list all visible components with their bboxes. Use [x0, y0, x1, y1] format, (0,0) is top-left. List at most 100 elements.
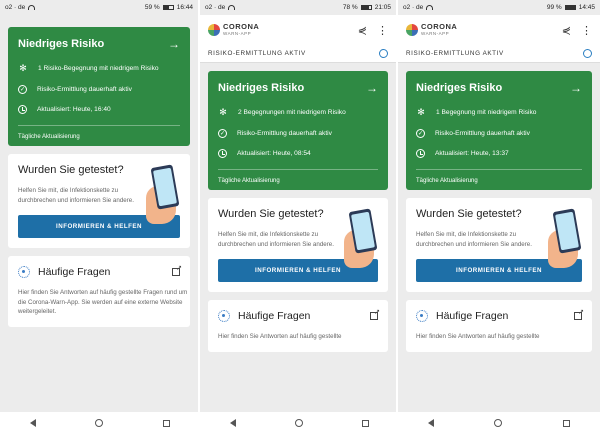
- test-text: Helfen Sie mit, die Infektionskette zu d…: [416, 231, 532, 248]
- faq-card[interactable]: Häufige Fragen Hier finden Sie Antworten…: [406, 300, 592, 352]
- more-vert-icon[interactable]: ⋮: [377, 24, 388, 37]
- carrier-label: o2 · de: [5, 4, 26, 11]
- share-icon[interactable]: ⋞: [358, 24, 367, 37]
- status-ring-icon: [583, 49, 592, 58]
- app-name: CORONA: [223, 22, 260, 31]
- risk-row: ✓ Risiko-Ermittlung dauerhaft aktiv: [18, 85, 180, 94]
- wifi-icon: [426, 5, 434, 10]
- arrow-right-icon[interactable]: →: [366, 81, 378, 95]
- risk-row: ✓ Risiko-Ermittlung dauerhaft aktiv: [416, 129, 582, 138]
- risk-row: ✓ Risiko-Ermittlung dauerhaft aktiv: [218, 129, 378, 138]
- virus-icon: [416, 310, 428, 322]
- app-subname: WARN-APP: [223, 31, 252, 36]
- virus-icon: [218, 310, 230, 322]
- risk-footer: Tägliche Aktualisierung: [18, 125, 180, 140]
- app-name: CORONA: [421, 22, 458, 31]
- arrow-right-icon[interactable]: →: [168, 37, 180, 51]
- phone-in-hand-illustration: [146, 164, 186, 224]
- risk-row: Aktualisiert: Heute, 08:54: [218, 149, 378, 158]
- risk-row-text: Aktualisiert: Heute, 16:40: [37, 106, 111, 113]
- clock: 14:45: [578, 4, 595, 11]
- check-icon: ✓: [416, 129, 425, 138]
- virus-icon: [18, 266, 30, 278]
- clock-icon: [18, 105, 27, 114]
- risk-row-text: Aktualisiert: Heute, 08:54: [237, 150, 311, 157]
- corona-logo-icon: [406, 24, 418, 36]
- risk-title: Niedriges Risiko: [18, 38, 105, 50]
- faq-title: Häufige Fragen: [38, 266, 111, 278]
- screen-3: o2 · de 99 % 14:45 CORONA WARN-APP ⋞ ⋮ RIS…: [398, 0, 600, 412]
- risk-row-text: 2 Begegnungen mit niedrigem Risiko: [238, 109, 346, 116]
- risk-card[interactable]: Niedriges Risiko → ✻ 1 Risiko-Begegnung mi…: [8, 27, 190, 146]
- risk-row-text: Risiko-Ermittlung dauerhaft aktiv: [37, 86, 132, 93]
- risk-detection-label: RISIKO-ERMITTLUNG AKTIV: [208, 50, 306, 57]
- external-link-icon[interactable]: [172, 264, 182, 276]
- faq-text: Hier finden Sie Antworten auf häufig ges…: [218, 333, 342, 340]
- risk-card[interactable]: Niedriges Risiko → ✻ 1 Begegnung mit niedr…: [406, 71, 592, 190]
- faq-card[interactable]: Häufige Fragen Hier finden Sie Antworten…: [208, 300, 388, 352]
- risk-footer: Tägliche Aktualisierung: [218, 169, 378, 184]
- battery-icon: [564, 5, 576, 10]
- test-text: Helfen Sie mit, die Infektionskette zu d…: [218, 231, 334, 248]
- virus-icon: ✻: [219, 107, 227, 117]
- recents-icon[interactable]: [163, 419, 171, 427]
- risk-row-text: 1 Risiko-Begegnung mit niedrigem Risiko: [38, 65, 159, 72]
- risk-row: ✻ 2 Begegnungen mit niedrigem Risiko: [218, 107, 378, 118]
- home-icon[interactable]: [294, 419, 303, 427]
- risk-detection-bar[interactable]: RISIKO-ERMITTLUNG AKTIV: [200, 45, 396, 63]
- phone-in-hand-illustration: [548, 208, 588, 268]
- test-card: Wurden Sie getestet? Helfen Sie mit, die…: [8, 154, 190, 248]
- home-icon[interactable]: [95, 419, 104, 427]
- back-icon[interactable]: [428, 419, 435, 427]
- battery-label: 99 %: [546, 4, 562, 11]
- risk-row: Aktualisiert: Heute, 16:40: [18, 105, 180, 114]
- system-nav-bar: [0, 412, 600, 434]
- back-icon[interactable]: [29, 419, 36, 427]
- wifi-icon: [28, 5, 36, 10]
- risk-row-text: 1 Begegnung mit niedrigem Risiko: [436, 109, 537, 116]
- faq-text: Hier finden Sie Antworten auf häufig ges…: [18, 289, 188, 315]
- carrier-label: o2 · de: [205, 4, 226, 11]
- risk-detection-label: RISIKO-ERMITTLUNG AKTIV: [406, 50, 504, 57]
- external-link-icon[interactable]: [574, 308, 584, 320]
- phone-in-hand-illustration: [344, 208, 384, 268]
- back-icon[interactable]: [229, 419, 236, 427]
- risk-card[interactable]: Niedriges Risiko → ✻ 2 Begegnungen mit nie…: [208, 71, 388, 190]
- corona-logo-icon: [208, 24, 220, 36]
- app-logo: CORONA WARN-APP: [208, 23, 259, 37]
- risk-title: Niedriges Risiko: [218, 82, 305, 94]
- recents-icon[interactable]: [361, 419, 369, 427]
- recents-icon[interactable]: [562, 419, 570, 427]
- faq-title: Häufige Fragen: [436, 310, 509, 322]
- wifi-icon: [228, 5, 236, 10]
- battery-label: 59 %: [144, 4, 160, 11]
- battery-icon: [162, 5, 174, 10]
- risk-detection-bar[interactable]: RISIKO-ERMITTLUNG AKTIV: [398, 45, 600, 63]
- risk-footer: Tägliche Aktualisierung: [416, 169, 582, 184]
- test-card: Wurden Sie getestet? Helfen Sie mit, die…: [406, 198, 592, 292]
- app-bar: CORONA WARN-APP ⋞ ⋮: [200, 15, 396, 45]
- test-text: Helfen Sie mit, die Infektionskette zu d…: [18, 187, 134, 204]
- virus-icon: ✻: [417, 107, 425, 117]
- app-logo: CORONA WARN-APP: [406, 23, 457, 37]
- app-bar: CORONA WARN-APP ⋞ ⋮: [398, 15, 600, 45]
- risk-row-text: Risiko-Ermittlung dauerhaft aktiv: [237, 130, 332, 137]
- check-icon: ✓: [18, 85, 27, 94]
- arrow-right-icon[interactable]: →: [570, 81, 582, 95]
- home-icon[interactable]: [494, 419, 503, 427]
- share-icon[interactable]: ⋞: [562, 24, 571, 37]
- clock: 21:05: [374, 4, 391, 11]
- status-bar: o2 · de 59 % 16:44: [0, 0, 198, 15]
- battery-icon: [360, 5, 372, 10]
- more-vert-icon[interactable]: ⋮: [581, 24, 592, 37]
- app-subname: WARN-APP: [421, 31, 450, 36]
- faq-title: Häufige Fragen: [238, 310, 311, 322]
- clock-icon: [218, 149, 227, 158]
- risk-row-text: Risiko-Ermittlung dauerhaft aktiv: [435, 130, 530, 137]
- faq-card[interactable]: Häufige Fragen Hier finden Sie Antworten…: [8, 256, 190, 327]
- status-bar: o2 · de 99 % 14:45: [398, 0, 600, 15]
- external-link-icon[interactable]: [370, 308, 380, 320]
- status-bar: o2 · de 78 % 21:05: [200, 0, 396, 15]
- screen-1: o2 · de 59 % 16:44 Niedriges Risiko → ✻ 1 R…: [0, 0, 198, 412]
- risk-row: Aktualisiert: Heute, 13:37: [416, 149, 582, 158]
